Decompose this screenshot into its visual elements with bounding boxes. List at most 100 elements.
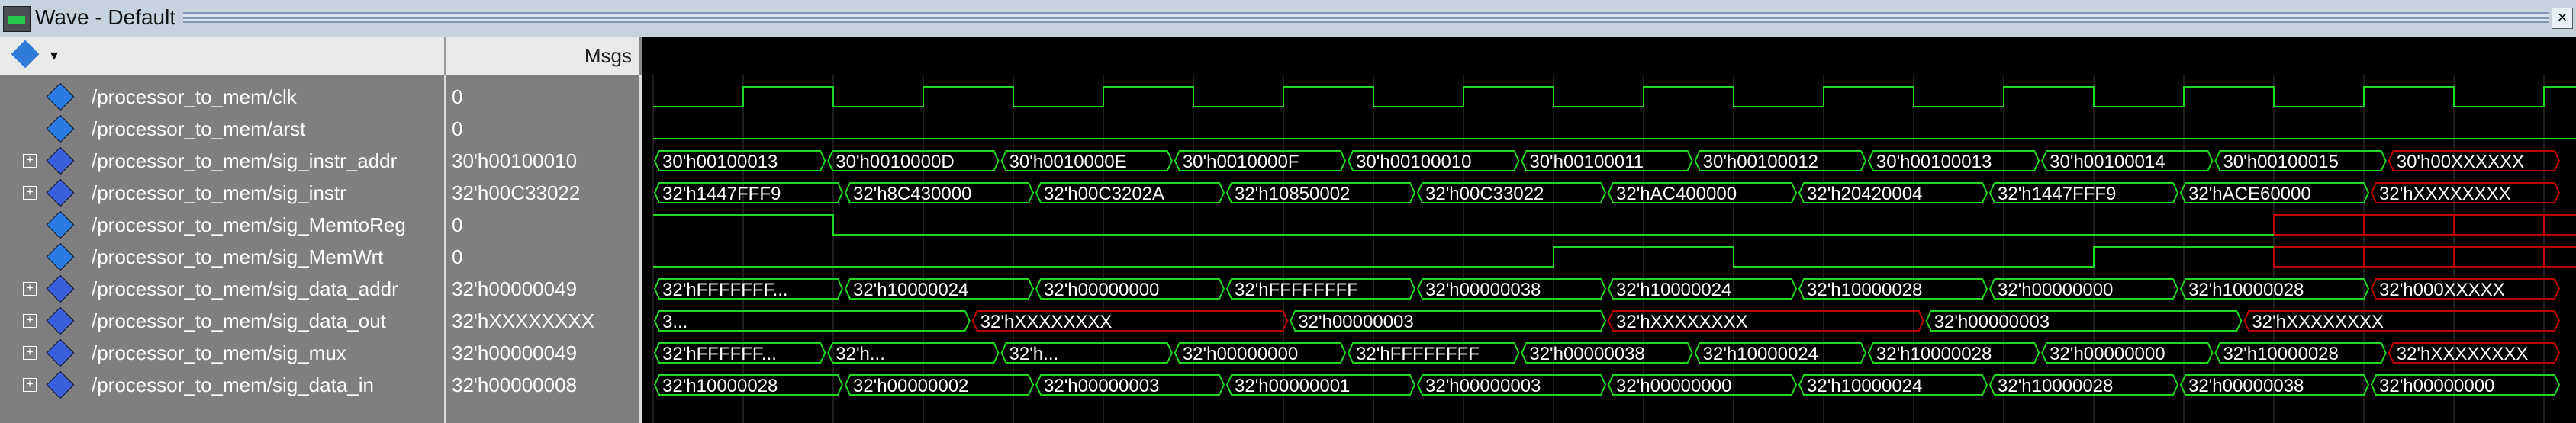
- signal-row[interactable]: + /processor_to_mem/sig_data_out: [0, 305, 444, 337]
- bus-value-label: 32'h00C3202A: [1044, 184, 1164, 204]
- unknown-segment: [2543, 246, 2576, 268]
- bus-value-label: 32'h10000024: [1703, 344, 1818, 364]
- signal-name: /processor_to_mem/sig_mux: [92, 341, 346, 364]
- signal-row[interactable]: + /processor_to_mem/sig_instr_addr: [0, 145, 444, 177]
- unknown-segment: [2543, 214, 2576, 236]
- bus-value-label: 32'hFFFFFFFF: [1356, 344, 1480, 364]
- signal-value: 0: [452, 117, 463, 140]
- bus-value-label: 32'h00000003: [1934, 312, 2050, 332]
- msgs-column-header: Msgs: [446, 37, 642, 75]
- waveform-app-icon: [3, 6, 31, 32]
- signal-value: 32'h00000049: [452, 277, 578, 300]
- bus-value-label: 32'hAC400000: [1616, 184, 1737, 204]
- signal-value-row[interactable]: 0: [446, 113, 639, 145]
- signal-value: 32'h00000008: [452, 373, 578, 396]
- signal-row[interactable]: + /processor_to_mem/sig_data_in: [0, 369, 444, 401]
- bus-value-label: 32'hXXXXXXXX: [2379, 184, 2511, 204]
- signal-row[interactable]: + /processor_to_mem/sig_data_addr: [0, 273, 444, 305]
- signal-value-row[interactable]: 0: [446, 81, 639, 113]
- chevron-down-icon[interactable]: ▾: [50, 46, 58, 65]
- signal-value: 0: [452, 213, 463, 236]
- bus-value-label: 30'h00100015: [2223, 152, 2338, 172]
- bus-value-label: 30'h00100010: [1356, 152, 1471, 172]
- signal-row[interactable]: /processor_to_mem/clk: [0, 81, 444, 113]
- signal-value-row[interactable]: 32'h00000008: [446, 369, 639, 401]
- signal-row[interactable]: /processor_to_mem/arst: [0, 113, 444, 145]
- title-drag-handle[interactable]: [183, 12, 2549, 23]
- signal-value-row[interactable]: 32'h00000049: [446, 337, 639, 369]
- bus-value-label: 32'h00000000: [1998, 280, 2113, 300]
- bus-value-label: 30'h0010000E: [1009, 152, 1127, 172]
- waveform-pane[interactable]: 30'h00100013 30'h0010000D 30'h0010000E 30'h…: [642, 75, 2576, 423]
- signal-value-row[interactable]: 32'hXXXXXXXX: [446, 305, 639, 337]
- bus-value-label: 32'h10000028: [1876, 344, 1992, 364]
- bus-value-label: 32'h10000024: [1807, 376, 1922, 396]
- window-title: Wave - Default: [35, 5, 176, 29]
- bus-value-label: 32'h10000028: [2188, 280, 2304, 300]
- signal-row[interactable]: /processor_to_mem/sig_MemWrt: [0, 241, 444, 273]
- bus-value-label: 32'h10850002: [1235, 184, 1350, 204]
- expand-icon[interactable]: +: [23, 378, 37, 392]
- signal-value: 32'h00C33022: [452, 181, 581, 204]
- signal-value-row[interactable]: 0: [446, 209, 639, 241]
- bus-value-label: 32'h10000024: [1616, 280, 1731, 300]
- bus-value-label: 32'h1447FFF9: [662, 184, 781, 204]
- signal-name: /processor_to_mem/sig_data_addr: [92, 277, 398, 300]
- signal-value: 30'h00100010: [452, 149, 578, 172]
- expand-icon[interactable]: +: [23, 346, 37, 360]
- signal-icon: [46, 114, 75, 143]
- signal-value: 0: [452, 85, 463, 108]
- bus-signal-icon: [46, 338, 75, 367]
- bus-value-label: 32'hXXXXXXXX: [1616, 312, 1748, 332]
- signal-row[interactable]: + /processor_to_mem/sig_instr: [0, 177, 444, 209]
- bus-value-label: 32'hXXXXXXXX: [2252, 312, 2384, 332]
- bus-value-label: 32'hFFFFFFFF: [1235, 280, 1358, 300]
- signal-value: 0: [452, 245, 463, 268]
- bus-value-label: 32'h00000000: [1044, 280, 1159, 300]
- signal-value-row[interactable]: 0: [446, 241, 639, 273]
- expand-icon[interactable]: +: [23, 154, 37, 168]
- expand-icon[interactable]: +: [23, 186, 37, 200]
- signal-tree-icon[interactable]: [11, 40, 40, 69]
- bus-value-label: 30'h00100013: [662, 152, 778, 172]
- signal-row[interactable]: + /processor_to_mem/sig_mux: [0, 337, 444, 369]
- bus-value-label: 32'h10000028: [2223, 344, 2338, 364]
- signal-value-row[interactable]: 30'h00100010: [446, 145, 639, 177]
- waveform-canvas[interactable]: 30'h00100013 30'h0010000D 30'h0010000E 30'h…: [642, 75, 2576, 423]
- bus-value-label: 30'h00100013: [1876, 152, 1992, 172]
- bus-value-label: 30'h0010000D: [836, 152, 954, 172]
- bus-value-label: 32'h10000024: [853, 280, 968, 300]
- bus-value-label: 30'h00100014: [2050, 152, 2165, 172]
- bus-value-label: 30'h00100011: [1529, 152, 1644, 172]
- signal-value-row[interactable]: 32'h00C33022: [446, 177, 639, 209]
- bus-value-label: 3...: [662, 312, 687, 332]
- bus-value-label: 32'h00000038: [1425, 280, 1541, 300]
- signal-name: /processor_to_mem/clk: [92, 85, 297, 108]
- bus-value-label: 32'h00000002: [853, 376, 968, 396]
- bus-value-label: 32'h00C33022: [1425, 184, 1544, 204]
- signal-icon: [46, 210, 75, 239]
- bus-value-label: 32'h00000003: [1044, 376, 1159, 396]
- bus-value-label: 32'hACE60000: [2188, 184, 2311, 204]
- signal-row[interactable]: /processor_to_mem/sig_MemtoReg: [0, 209, 444, 241]
- bus-value-label: 30'h00100012: [1703, 152, 1818, 172]
- signal-value: 32'hXXXXXXXX: [452, 309, 595, 332]
- close-icon[interactable]: ×: [2552, 8, 2573, 29]
- window-title-bar[interactable]: Wave - Default ×: [0, 0, 2576, 37]
- bus-value-label: 32'h00000038: [1529, 344, 1644, 364]
- signal-name: /processor_to_mem/sig_MemWrt: [92, 245, 384, 268]
- signal-value-row[interactable]: 32'h00000049: [446, 273, 639, 305]
- bus-value-label: 32'h10000028: [1807, 280, 1922, 300]
- signal-icon: [46, 242, 75, 271]
- bus-value-label: 32'hXXXXXXXX: [980, 312, 1113, 332]
- bus-value-label: 32'h00000000: [1616, 376, 1731, 396]
- unknown-segment: [2453, 214, 2545, 236]
- bus-value-label: 32'h10000028: [1998, 376, 2113, 396]
- signal-names-pane: /processor_to_mem/clk/processor_to_mem/a…: [0, 75, 446, 423]
- signal-name: /processor_to_mem/sig_MemtoReg: [92, 213, 406, 236]
- expand-icon[interactable]: +: [23, 282, 37, 296]
- bus-segment: [653, 310, 971, 332]
- bus-value-label: 32'hFFFFFFF...: [662, 280, 788, 300]
- expand-icon[interactable]: +: [23, 314, 37, 328]
- bus-value-label: 32'h...: [1009, 344, 1059, 364]
